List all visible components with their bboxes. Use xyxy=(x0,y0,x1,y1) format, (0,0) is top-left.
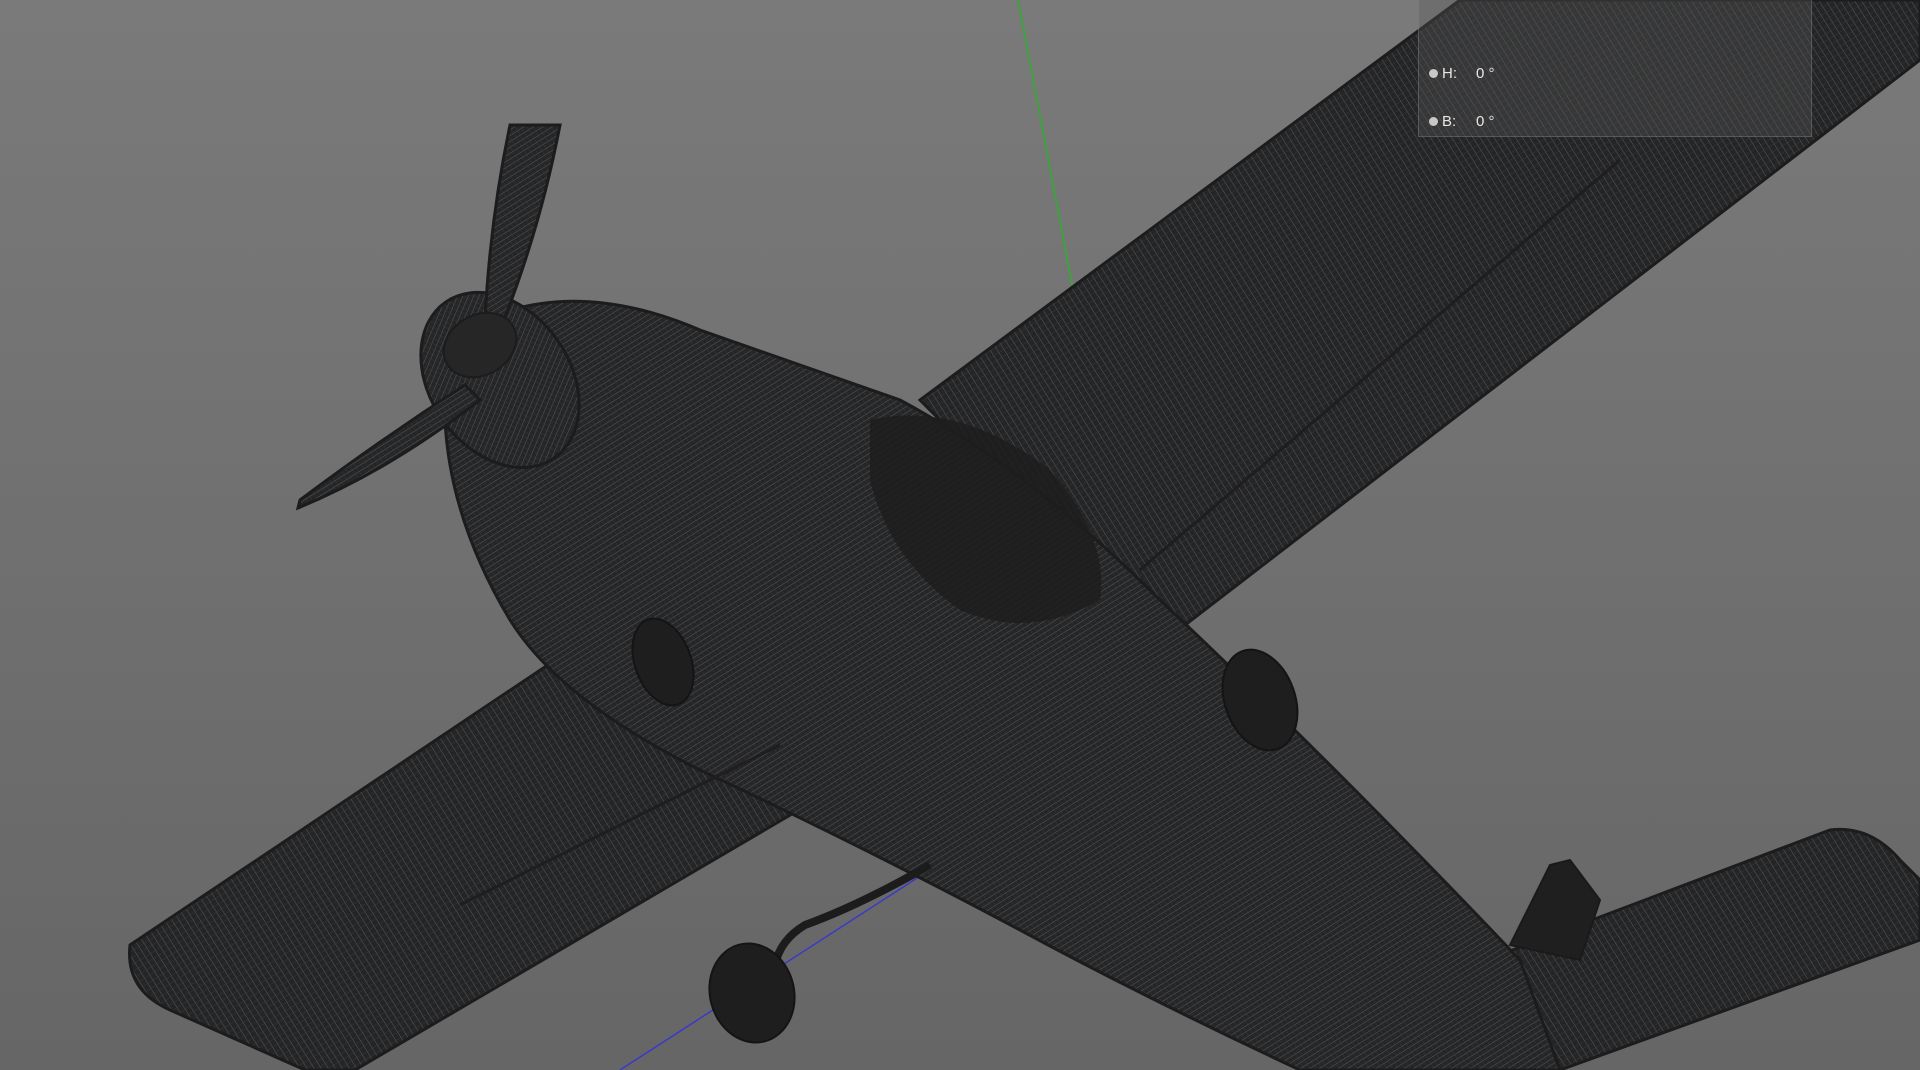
scene-canvas[interactable] xyxy=(0,0,1920,1070)
bank-row[interactable]: B: 0 ° xyxy=(1429,110,1495,132)
heading-label: H: xyxy=(1442,64,1457,82)
keyframe-dot-icon[interactable] xyxy=(1429,68,1438,78)
propeller-blade-upper xyxy=(483,123,562,333)
heading-row[interactable]: H: 0 ° xyxy=(1429,62,1495,84)
heading-value[interactable]: 0 ° xyxy=(1476,65,1495,82)
3d-viewport[interactable]: H: 0 ° B: 0 ° xyxy=(0,0,1920,1070)
bank-value[interactable]: 0 ° xyxy=(1476,113,1495,130)
nose-gear-strut xyxy=(771,861,932,966)
keyframe-dot-icon[interactable] xyxy=(1429,116,1438,126)
y-axis-line xyxy=(1017,0,1076,301)
coordinates-panel: H: 0 ° B: 0 ° xyxy=(1418,0,1812,137)
bank-label: B: xyxy=(1442,112,1457,130)
nose-wheel[interactable] xyxy=(698,934,805,1052)
